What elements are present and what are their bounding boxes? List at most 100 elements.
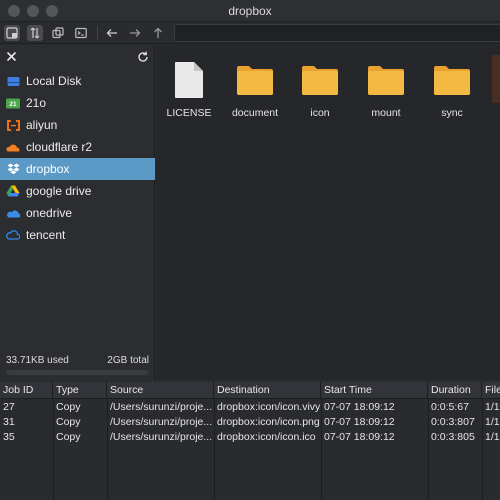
file-item-sync[interactable]: sync — [419, 59, 485, 119]
file-item-document[interactable]: document — [222, 59, 288, 119]
onedrive-icon — [6, 206, 20, 220]
file-browser: LICENSE document icon mount sync — [156, 45, 500, 380]
cell-duration: 0:0:3:807 — [431, 416, 475, 428]
cell-type: Copy — [56, 416, 81, 428]
cell-file: 1/1 — [485, 431, 500, 443]
sidebar-item-label: 21o — [26, 96, 47, 110]
cell-destination: dropbox:icon/icon.vivy — [217, 401, 321, 413]
refresh-icon[interactable] — [137, 51, 149, 66]
toolbar — [0, 22, 500, 44]
column-header-type[interactable]: Type — [53, 382, 107, 399]
cloudflare-icon — [6, 140, 20, 154]
back-button[interactable] — [104, 25, 120, 41]
arrow-right-icon — [130, 29, 141, 37]
usage-total-label: 2GB total — [107, 355, 149, 366]
file-item-license[interactable]: LICENSE — [156, 59, 222, 119]
terminal-button[interactable] — [73, 25, 89, 41]
close-icon[interactable] — [6, 51, 17, 65]
tencent-icon — [6, 228, 20, 242]
forward-button[interactable] — [127, 25, 143, 41]
swap-arrows-icon — [30, 27, 40, 39]
sidebar-item-label: cloudflare r2 — [26, 140, 93, 154]
column-header-start-time[interactable]: Start Time — [321, 382, 428, 399]
sidebar-item-tencent[interactable]: tencent — [0, 224, 155, 246]
document-file-icon — [156, 59, 222, 101]
sidebar-header — [0, 45, 155, 71]
arrow-up-icon — [154, 27, 162, 38]
aliyun-icon — [6, 118, 20, 132]
sidebar-item-local-disk[interactable]: Local Disk — [0, 70, 155, 92]
file-name: document — [231, 107, 279, 119]
file-item-icon[interactable]: icon — [287, 59, 353, 119]
table-row[interactable]: 35 Copy /Users/surunzi/proje... dropbox:… — [0, 430, 500, 445]
table-row[interactable]: 31 Copy /Users/surunzi/proje... dropbox:… — [0, 415, 500, 430]
storage-usage: 33.71KB used 2GB total — [6, 355, 149, 366]
sidebar-item-21o[interactable]: 21 21o — [0, 92, 155, 114]
cell-source: /Users/surunzi/proje... — [110, 416, 213, 428]
sidebar-item-label: aliyun — [26, 118, 58, 132]
folder-icon — [287, 59, 353, 101]
copy-window-button[interactable] — [50, 25, 66, 41]
file-name: sync — [441, 107, 463, 119]
google-drive-icon — [6, 184, 20, 198]
cell-duration: 0:0:3:805 — [431, 431, 475, 443]
cell-source: /Users/surunzi/proje... — [110, 401, 213, 413]
cell-start-time: 07-07 18:09:12 — [324, 431, 395, 443]
sidebar-item-label: Local Disk — [26, 74, 82, 88]
cell-duration: 0:0:5:67 — [431, 401, 469, 413]
file-item-mount[interactable]: mount — [353, 59, 419, 119]
usage-used-label: 33.71KB used — [6, 355, 69, 366]
cell-job-id: 35 — [3, 431, 15, 443]
toggle-sidebar-button[interactable] — [4, 25, 20, 41]
terminal-icon — [75, 27, 87, 39]
column-header-file[interactable]: File — [482, 382, 500, 399]
window-title: dropbox — [228, 4, 272, 18]
cell-type: Copy — [56, 401, 81, 413]
sidebar-item-label: google drive — [26, 184, 92, 198]
cell-type: Copy — [56, 431, 81, 443]
sidebar-item-label: dropbox — [26, 162, 70, 176]
column-header-destination[interactable]: Destination — [214, 382, 321, 399]
cell-destination: dropbox:icon/icon.png — [217, 416, 320, 428]
file-name: LICENSE — [166, 107, 212, 119]
column-header-job-id[interactable]: Job ID — [0, 382, 53, 399]
table-row[interactable]: 27 Copy /Users/surunzi/proje... dropbox:… — [0, 400, 500, 415]
cell-file: 1/1 — [485, 401, 500, 413]
file-name: icon — [310, 107, 330, 119]
app-window: dropbox Local Disk 21 21o aliyun cloudfl… — [0, 0, 500, 500]
cell-start-time: 07-07 18:09:12 — [324, 416, 395, 428]
path-input[interactable] — [174, 24, 500, 42]
split-view-button[interactable] — [27, 25, 43, 41]
sidebar-item-google-drive[interactable]: google drive — [0, 180, 155, 202]
svg-text:21: 21 — [9, 101, 17, 108]
jobs-table: Job ID Type Source Destination Start Tim… — [0, 382, 500, 500]
toolbar-separator — [97, 26, 98, 40]
usage-progress-bar — [6, 370, 149, 375]
21o-icon: 21 — [6, 96, 20, 110]
jobs-table-header: Job ID Type Source Destination Start Tim… — [0, 382, 500, 399]
title-bar: dropbox — [0, 0, 500, 22]
cell-start-time: 07-07 18:09:12 — [324, 401, 395, 413]
sidebar-item-dropbox[interactable]: dropbox — [0, 158, 155, 180]
copy-icon — [52, 27, 64, 39]
folder-icon — [353, 59, 419, 101]
sidebar-item-aliyun[interactable]: aliyun — [0, 114, 155, 136]
folder-icon — [222, 59, 288, 101]
partial-file-thumbnail[interactable] — [492, 55, 500, 103]
folder-icon — [419, 59, 485, 101]
arrow-left-icon — [106, 29, 117, 37]
cell-file: 1/1 — [485, 416, 500, 428]
sidebar-item-onedrive[interactable]: onedrive — [0, 202, 155, 224]
dropbox-icon — [6, 162, 20, 176]
sidebar-item-cloudflare-r2[interactable]: cloudflare r2 — [0, 136, 155, 158]
up-button[interactable] — [150, 25, 166, 41]
sidebar-item-label: tencent — [26, 228, 66, 242]
sidebar-item-label: onedrive — [26, 206, 73, 220]
column-header-duration[interactable]: Duration — [428, 382, 482, 399]
sidebar: Local Disk 21 21o aliyun cloudflare r2 d… — [0, 45, 155, 380]
sidebar-icon — [6, 27, 18, 39]
cell-source: /Users/surunzi/proje... — [110, 431, 213, 443]
column-header-source[interactable]: Source — [107, 382, 214, 399]
local-disk-icon — [6, 74, 20, 88]
cell-destination: dropbox:icon/icon.ico — [217, 431, 316, 443]
